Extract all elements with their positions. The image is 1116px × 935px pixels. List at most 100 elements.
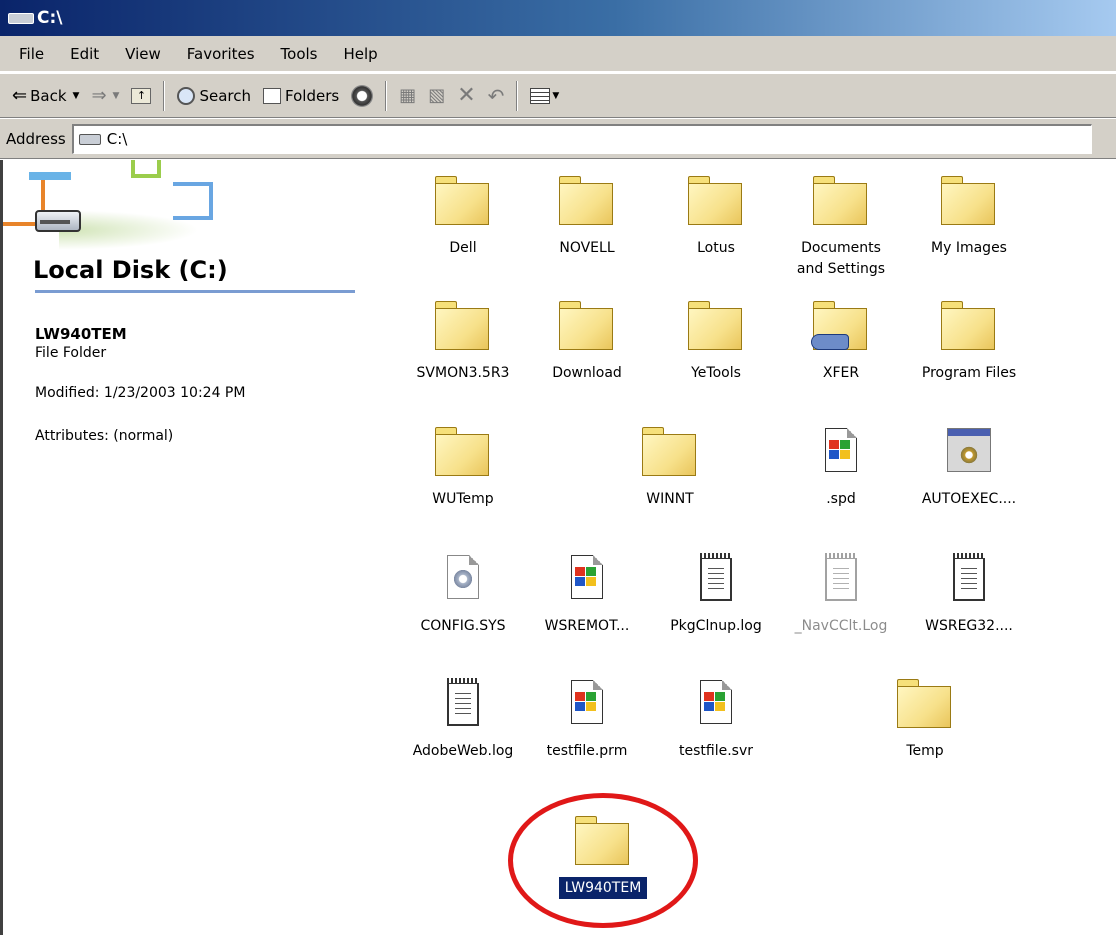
copy-to-icon: ▧ xyxy=(428,85,446,106)
forward-dropdown-icon[interactable]: ▼ xyxy=(113,91,120,101)
toolbar: ⇐ Back ▼ ⇒ ▼ ↑ Search Folders ▦ ▧ ✕ ↶ ▼ xyxy=(0,73,1116,118)
toolbar-separator xyxy=(163,80,166,111)
file-label: XFER xyxy=(822,365,860,381)
file-label: WSREG32.... xyxy=(925,618,1013,634)
views-button[interactable]: ▼ xyxy=(524,78,565,114)
file-item-winnt[interactable]: WINNT xyxy=(600,426,740,510)
undo-button[interactable]: ↶ xyxy=(482,78,511,114)
file-label: AdobeWeb.log xyxy=(412,743,514,759)
folder-icon xyxy=(557,175,617,227)
file-label: WINNT xyxy=(646,491,694,507)
file-item-xfer[interactable]: XFER xyxy=(771,300,911,384)
move-to-button[interactable]: ▦ xyxy=(393,78,422,114)
drive-icon xyxy=(8,12,34,24)
folder-icon xyxy=(640,426,700,478)
forward-arrow-icon: ⇒ xyxy=(91,85,107,106)
folder-icon xyxy=(895,678,955,730)
back-arrow-icon: ⇐ xyxy=(12,85,28,106)
file-item-wutemp[interactable]: WUTemp xyxy=(393,426,533,510)
history-icon xyxy=(351,84,374,107)
banner-decoration xyxy=(29,172,71,180)
notepad-icon xyxy=(686,553,746,605)
selected-item-modified: Modified: 1/23/2003 10:24 PM xyxy=(35,385,246,401)
menu-help[interactable]: Help xyxy=(331,45,391,63)
file-item-pkgclnup-log[interactable]: PkgClnup.log xyxy=(646,553,786,637)
drive-banner: Local Disk (C:) xyxy=(3,160,355,290)
file-item-novell[interactable]: NOVELL xyxy=(517,175,657,259)
delete-icon: ✕ xyxy=(457,83,476,108)
file-item-wsremot[interactable]: WSREMOT... xyxy=(517,553,657,637)
drive-title: Local Disk (C:) xyxy=(33,256,228,284)
file-item-dell[interactable]: Dell xyxy=(393,175,533,259)
local-disk-icon-light xyxy=(40,220,70,224)
file-item-wsreg32[interactable]: WSREG32.... xyxy=(899,553,1039,637)
file-item-svmon[interactable]: SVMON3.5R3 xyxy=(393,300,533,384)
file-item-testfile-prm[interactable]: testfile.prm xyxy=(517,678,657,762)
file-label: SVMON3.5R3 xyxy=(416,365,510,381)
file-label: AUTOEXEC.... xyxy=(921,491,1017,507)
selected-item-name: LW940TEM xyxy=(35,325,127,343)
title-bar: C:\ xyxy=(0,0,1116,36)
notepad-icon xyxy=(433,678,493,730)
file-label: CONFIG.SYS xyxy=(420,618,506,634)
file-item-lotus[interactable]: Lotus xyxy=(646,175,786,259)
red-highlight-circle xyxy=(508,793,698,928)
folders-icon xyxy=(263,87,281,104)
file-label: testfile.svr xyxy=(679,743,753,759)
views-dropdown-icon[interactable]: ▼ xyxy=(552,91,559,101)
back-button[interactable]: ⇐ Back ▼ xyxy=(6,78,85,114)
file-label: WSREMOT... xyxy=(544,618,630,634)
back-dropdown-icon[interactable]: ▼ xyxy=(73,91,80,101)
windows-file-icon xyxy=(686,678,746,730)
file-item-autoexec[interactable]: AUTOEXEC.... xyxy=(899,426,1039,510)
file-item-my-images[interactable]: My Images xyxy=(899,175,1039,259)
file-item-spd[interactable]: .spd xyxy=(771,426,911,510)
file-item-config-sys[interactable]: CONFIG.SYS xyxy=(393,553,533,637)
file-label: Temp xyxy=(906,743,944,759)
folder-icon xyxy=(811,175,871,227)
folders-button[interactable]: Folders xyxy=(257,78,345,114)
menu-tools[interactable]: Tools xyxy=(268,45,331,63)
file-label: _NavCClt.Log xyxy=(794,618,888,634)
folder-icon xyxy=(939,300,999,352)
drive-icon xyxy=(78,133,101,145)
search-icon xyxy=(177,86,196,105)
menu-edit[interactable]: Edit xyxy=(57,45,112,63)
file-item-testfile-svr[interactable]: testfile.svr xyxy=(646,678,786,762)
folder-icon xyxy=(686,175,746,227)
windows-file-icon xyxy=(557,553,617,605)
file-label: testfile.prm xyxy=(546,743,628,759)
forward-button[interactable]: ⇒ ▼ xyxy=(85,78,125,114)
menu-view[interactable]: View xyxy=(112,45,174,63)
file-item-documents-and-settings[interactable]: Documents and Settings xyxy=(771,175,911,280)
banner-decoration xyxy=(131,160,161,178)
windows-file-icon xyxy=(557,678,617,730)
up-button[interactable]: ↑ xyxy=(125,78,157,114)
menu-favorites[interactable]: Favorites xyxy=(174,45,268,63)
notepad-icon xyxy=(939,553,999,605)
folder-icon xyxy=(939,175,999,227)
address-label: Address xyxy=(6,129,66,148)
address-input[interactable]: C:\ xyxy=(71,123,1092,154)
search-label: Search xyxy=(199,86,251,105)
search-button[interactable]: Search xyxy=(171,78,257,114)
history-button[interactable] xyxy=(345,78,379,114)
file-item-program-files[interactable]: Program Files xyxy=(899,300,1039,384)
file-label: Program Files xyxy=(921,365,1017,381)
folders-label: Folders xyxy=(285,86,340,105)
file-item-navcclt-log[interactable]: _NavCClt.Log xyxy=(771,553,911,637)
file-item-yetools[interactable]: YeTools xyxy=(646,300,786,384)
copy-to-button[interactable]: ▧ xyxy=(422,78,451,114)
file-item-download[interactable]: Download xyxy=(517,300,657,384)
file-item-adobeweb-log[interactable]: AdobeWeb.log xyxy=(393,678,533,762)
system-file-icon xyxy=(433,553,493,605)
file-item-temp[interactable]: Temp xyxy=(855,678,995,762)
delete-button[interactable]: ✕ xyxy=(451,78,481,114)
divider xyxy=(35,290,355,293)
menu-file[interactable]: File xyxy=(6,45,57,63)
address-value: C:\ xyxy=(106,130,128,148)
file-label: PkgClnup.log xyxy=(670,618,762,634)
folder-icon xyxy=(433,300,493,352)
file-label: WUTemp xyxy=(432,491,494,507)
file-label: Documents and Settings xyxy=(796,240,886,277)
